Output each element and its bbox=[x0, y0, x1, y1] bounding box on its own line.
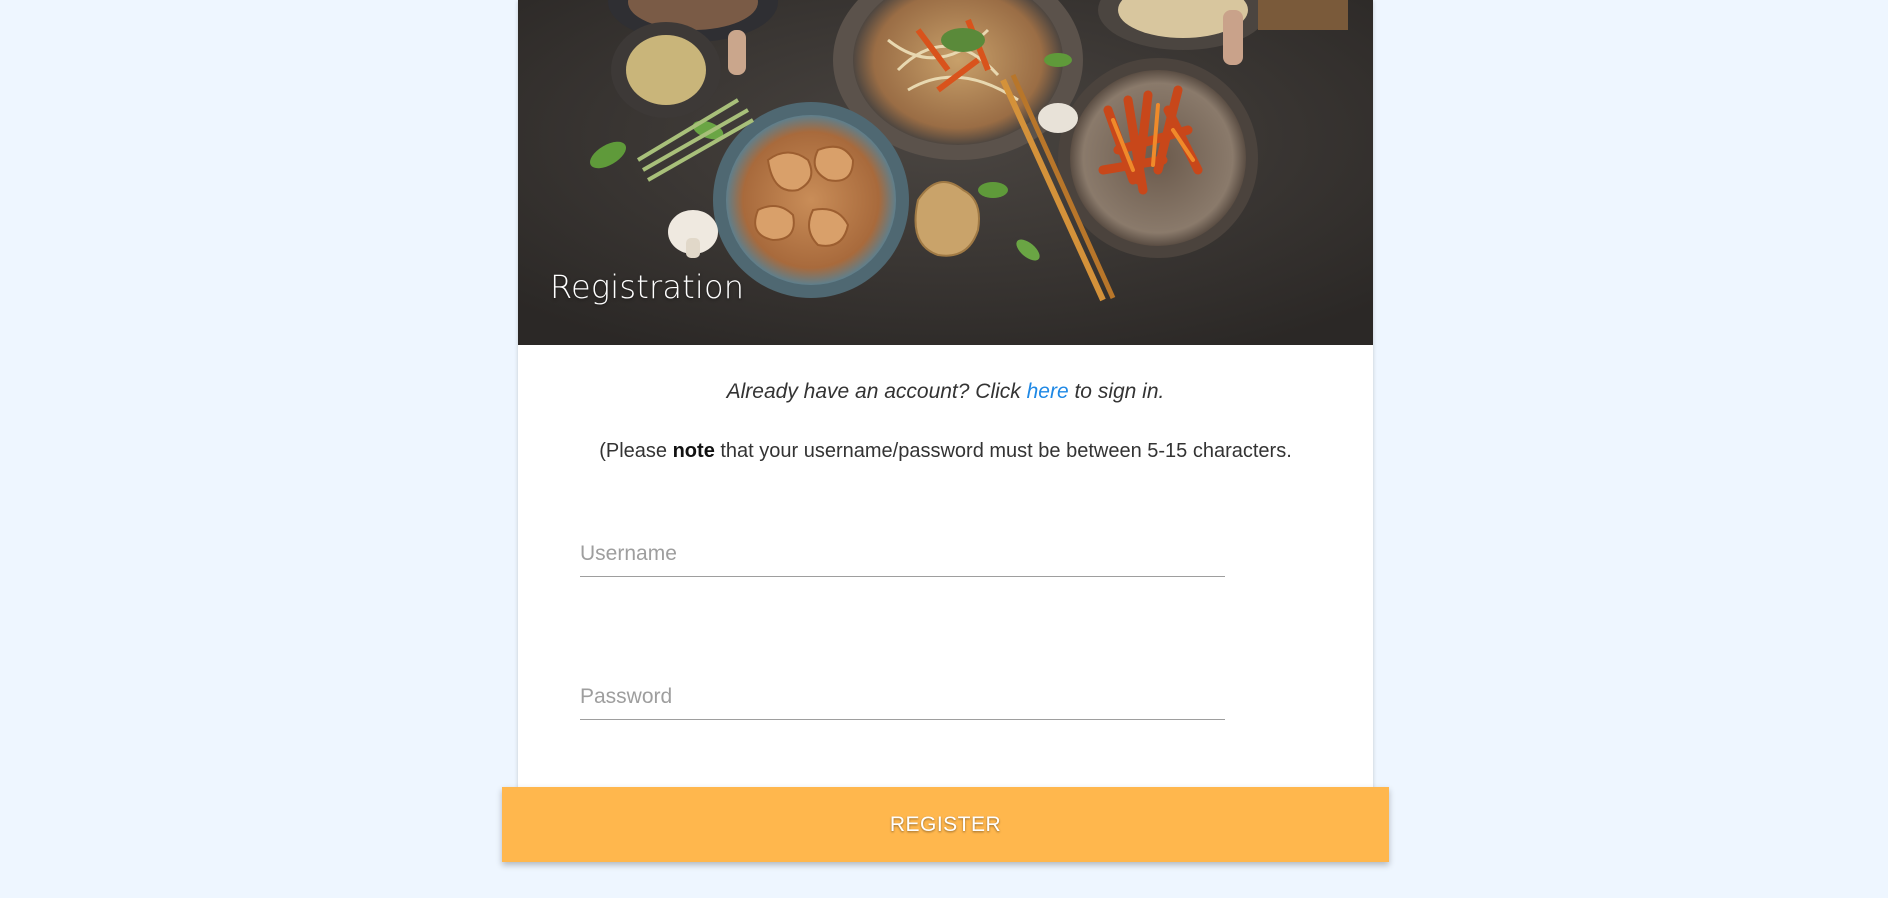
registration-card: Registration Already have an account? Cl… bbox=[518, 0, 1373, 820]
note-suffix: that your username/password must be betw… bbox=[714, 440, 1292, 462]
credentials-note: (Please note that your username/password… bbox=[518, 440, 1373, 463]
username-input[interactable] bbox=[580, 542, 1225, 577]
signin-prefix: Already have an account? Click bbox=[726, 380, 1027, 403]
page-title: Registration bbox=[550, 268, 745, 306]
signin-prompt: Already have an account? Click here to s… bbox=[518, 380, 1373, 404]
signin-link[interactable]: here bbox=[1027, 380, 1069, 403]
register-button[interactable]: REGISTER bbox=[502, 787, 1389, 862]
password-input[interactable] bbox=[580, 685, 1225, 720]
signin-suffix: to sign in. bbox=[1068, 380, 1165, 403]
hero-banner: Registration bbox=[518, 0, 1373, 345]
note-bold: note bbox=[672, 440, 715, 462]
note-prefix: (Please bbox=[599, 440, 673, 462]
